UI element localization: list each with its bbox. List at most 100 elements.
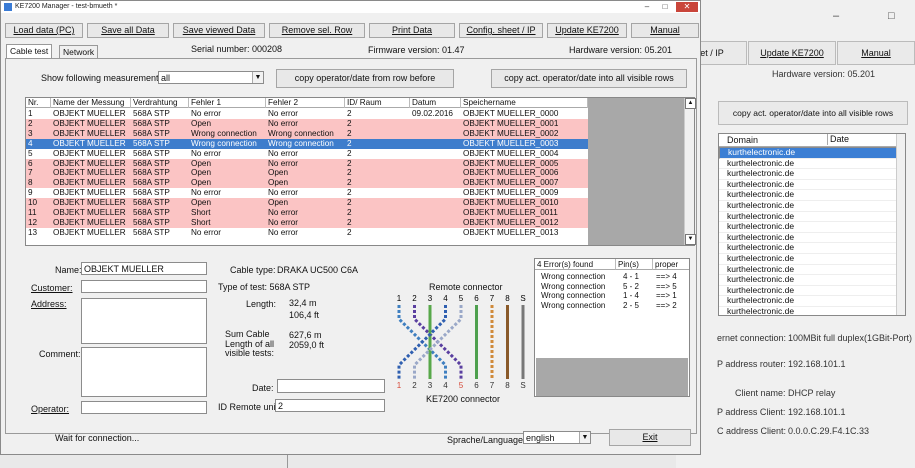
chevron-down-icon: ▼ [252, 72, 263, 83]
table-row[interactable]: 6 OBJEKT MUELLER 568A STP Open No error 2 OBJE… [26, 158, 588, 169]
address-field[interactable] [81, 298, 207, 344]
maximize-button[interactable]: □ [657, 2, 673, 12]
comment-field[interactable] [81, 347, 207, 397]
config-sheet-button[interactable]: Config. sheet / IP [459, 23, 543, 38]
cell-name: OBJEKT MUELLER [53, 168, 126, 178]
cell-f2: Open [268, 198, 289, 208]
date-field[interactable] [277, 379, 385, 393]
error-pins: 4 - 1 [623, 272, 640, 281]
load-data-button[interactable]: Load data (PC) [5, 23, 83, 38]
title-bar[interactable]: KE7200 Manager - test-bmueth * – □ ✕ [1, 1, 700, 13]
bg-minimize-button[interactable]: – [833, 10, 839, 22]
col-error2[interactable]: Fehler 2 [266, 98, 345, 108]
measurement-filter-select[interactable]: all ▼ [158, 71, 264, 84]
table-row[interactable]: 7 OBJEKT MUELLER 568A STP Open Open 2 OBJEKT M… [26, 168, 588, 179]
col-wiring[interactable]: Verdrahtung [131, 98, 189, 108]
cell-f2: No error [268, 208, 299, 217]
bg-manual-button[interactable]: Manual [837, 41, 915, 65]
length-feet: 106,4 ft [289, 310, 320, 320]
cell-id: 2 [347, 138, 352, 148]
customer-label: Customer: [31, 283, 73, 293]
bottom-pin-label: 2 [412, 381, 417, 390]
cell-id: 2 [347, 198, 352, 208]
cell-name: OBJEKT MUELLER [53, 138, 126, 148]
cell-id: 2 [347, 208, 352, 217]
table-row[interactable]: 9 OBJEKT MUELLER 568A STP No error No error 2… [26, 188, 588, 198]
table-row[interactable]: 8 OBJEKT MUELLER 568A STP Open Open 2 OBJEKT M… [26, 178, 588, 189]
bg-list-item[interactable]: kurthelectronic.de [719, 147, 905, 159]
cell-wiring: 568A STP [133, 168, 170, 178]
remove-row-button[interactable]: Remove sel. Row [269, 23, 365, 38]
cell-nr: 2 [28, 118, 33, 128]
bg-update-button[interactable]: Update KE7200 [748, 41, 836, 65]
bg-domain-list[interactable]: Domain Date kurthelectronic.de kurthelect… [718, 133, 906, 316]
name-field[interactable]: OBJEKT MUELLER [81, 262, 207, 275]
table-row[interactable]: 1 OBJEKT MUELLER 568A STP No error No error 2… [26, 109, 588, 119]
exit-button[interactable]: Exit [609, 429, 691, 446]
top-pin-label: 3 [428, 294, 433, 303]
col-error1[interactable]: Fehler 1 [189, 98, 266, 108]
manual-button[interactable]: Manual [631, 23, 699, 38]
col-date[interactable]: Datum [410, 98, 461, 108]
print-data-button[interactable]: Print Data [369, 23, 455, 38]
cell-nr: 10 [28, 198, 38, 208]
cell-f2: No error [268, 227, 299, 237]
cell-f2: Wrong connection [268, 138, 334, 148]
copy-all-button[interactable]: copy act. operator/date into all visible… [491, 69, 687, 88]
bg-list-item[interactable]: kurthelectronic.de [719, 306, 905, 315]
cell-date [410, 198, 461, 208]
bg-info-label: C address Client: [717, 426, 787, 436]
customer-field[interactable] [81, 280, 207, 293]
address-label: Address: [31, 299, 67, 309]
language-select[interactable]: english ▼ [523, 431, 591, 444]
errors-table[interactable]: 4 Error(s) found Pin(s) proper Wrong con… [534, 258, 690, 397]
cell-f1: Wrong connection [191, 138, 257, 148]
cell-f1: No error [191, 148, 222, 158]
measurements-table[interactable]: Nr. Name der Messung Verdrahtung Fehler … [25, 97, 696, 246]
tab-cable-test[interactable]: Cable test [6, 44, 53, 59]
top-pin-label: 7 [490, 294, 495, 303]
operator-field[interactable] [81, 401, 207, 414]
type-of-test: Type of test: 568A STP [218, 282, 311, 292]
bg-col-domain[interactable]: Domain [727, 135, 758, 145]
scroll-up-icon[interactable]: ▲ [685, 98, 696, 109]
table-row[interactable]: 12 OBJEKT MUELLER 568A STP Short No error 2 OB… [26, 217, 588, 228]
table-row[interactable]: 5 OBJEKT MUELLER 568A STP No error No error 2… [26, 149, 588, 159]
bottom-pin-label: 5 [459, 381, 464, 390]
col-storage-name[interactable]: Speichername [461, 98, 588, 108]
copy-before-button[interactable]: copy operator/date from row before [276, 69, 454, 88]
error-pins: 5 - 2 [623, 281, 640, 291]
close-button[interactable]: ✕ [676, 2, 698, 12]
tab-network[interactable]: Network [59, 45, 99, 59]
minimize-button[interactable]: – [639, 2, 655, 12]
bg-info-label: Client name: [735, 388, 786, 398]
table-row[interactable]: 2 OBJEKT MUELLER 568A STP Open No error 2 OBJE… [26, 118, 588, 129]
col-id-room[interactable]: ID/ Raum [345, 98, 410, 108]
bg-list-item[interactable]: kurthelectronic.de [719, 253, 905, 265]
bg-list-scrollbar[interactable] [896, 134, 905, 315]
remote-id-field[interactable]: 2 [275, 399, 385, 412]
table-row[interactable]: 3 OBJEKT MUELLER 568A STP Wrong connection W… [26, 128, 588, 139]
update-button[interactable]: Update KE7200 [547, 23, 627, 38]
errors-col-count: 4 Error(s) found [535, 259, 616, 270]
cell-name: OBJEKT MUELLER [53, 158, 126, 168]
scroll-down-icon[interactable]: ▼ [685, 234, 696, 245]
col-name[interactable]: Name der Messung [51, 98, 131, 108]
app-icon [4, 3, 12, 11]
col-nr[interactable]: Nr. [26, 98, 51, 108]
sum-length-meters: 627,6 m [289, 330, 322, 340]
cell-store: OBJEKT MUELLER_0001 [463, 118, 559, 128]
table-row[interactable]: 10 OBJEKT MUELLER 568A STP Open Open 2 OBJEKT … [26, 198, 588, 208]
bg-maximize-button[interactable]: □ [888, 10, 895, 22]
bg-copy-all-button[interactable]: copy act. operator/date into all visible… [718, 101, 908, 125]
table-row[interactable]: 11 OBJEKT MUELLER 568A STP Short No error 2 OB… [26, 208, 588, 218]
bg-col-date[interactable]: Date [827, 134, 849, 145]
cell-f2: Wrong connection [268, 128, 334, 138]
table-row[interactable]: 13 OBJEKT MUELLER 568A STP No error No error… [26, 228, 588, 238]
save-all-button[interactable]: Save all Data [87, 23, 169, 38]
table-scrollbar[interactable]: ▲ ▼ [684, 98, 696, 245]
cell-date [410, 188, 461, 198]
table-row[interactable]: 4 OBJEKT MUELLER 568A STP Wrong connection W… [26, 138, 588, 149]
save-viewed-button[interactable]: Save viewed Data [173, 23, 265, 38]
bg-list-item[interactable]: kurthelectronic.de [719, 200, 905, 212]
